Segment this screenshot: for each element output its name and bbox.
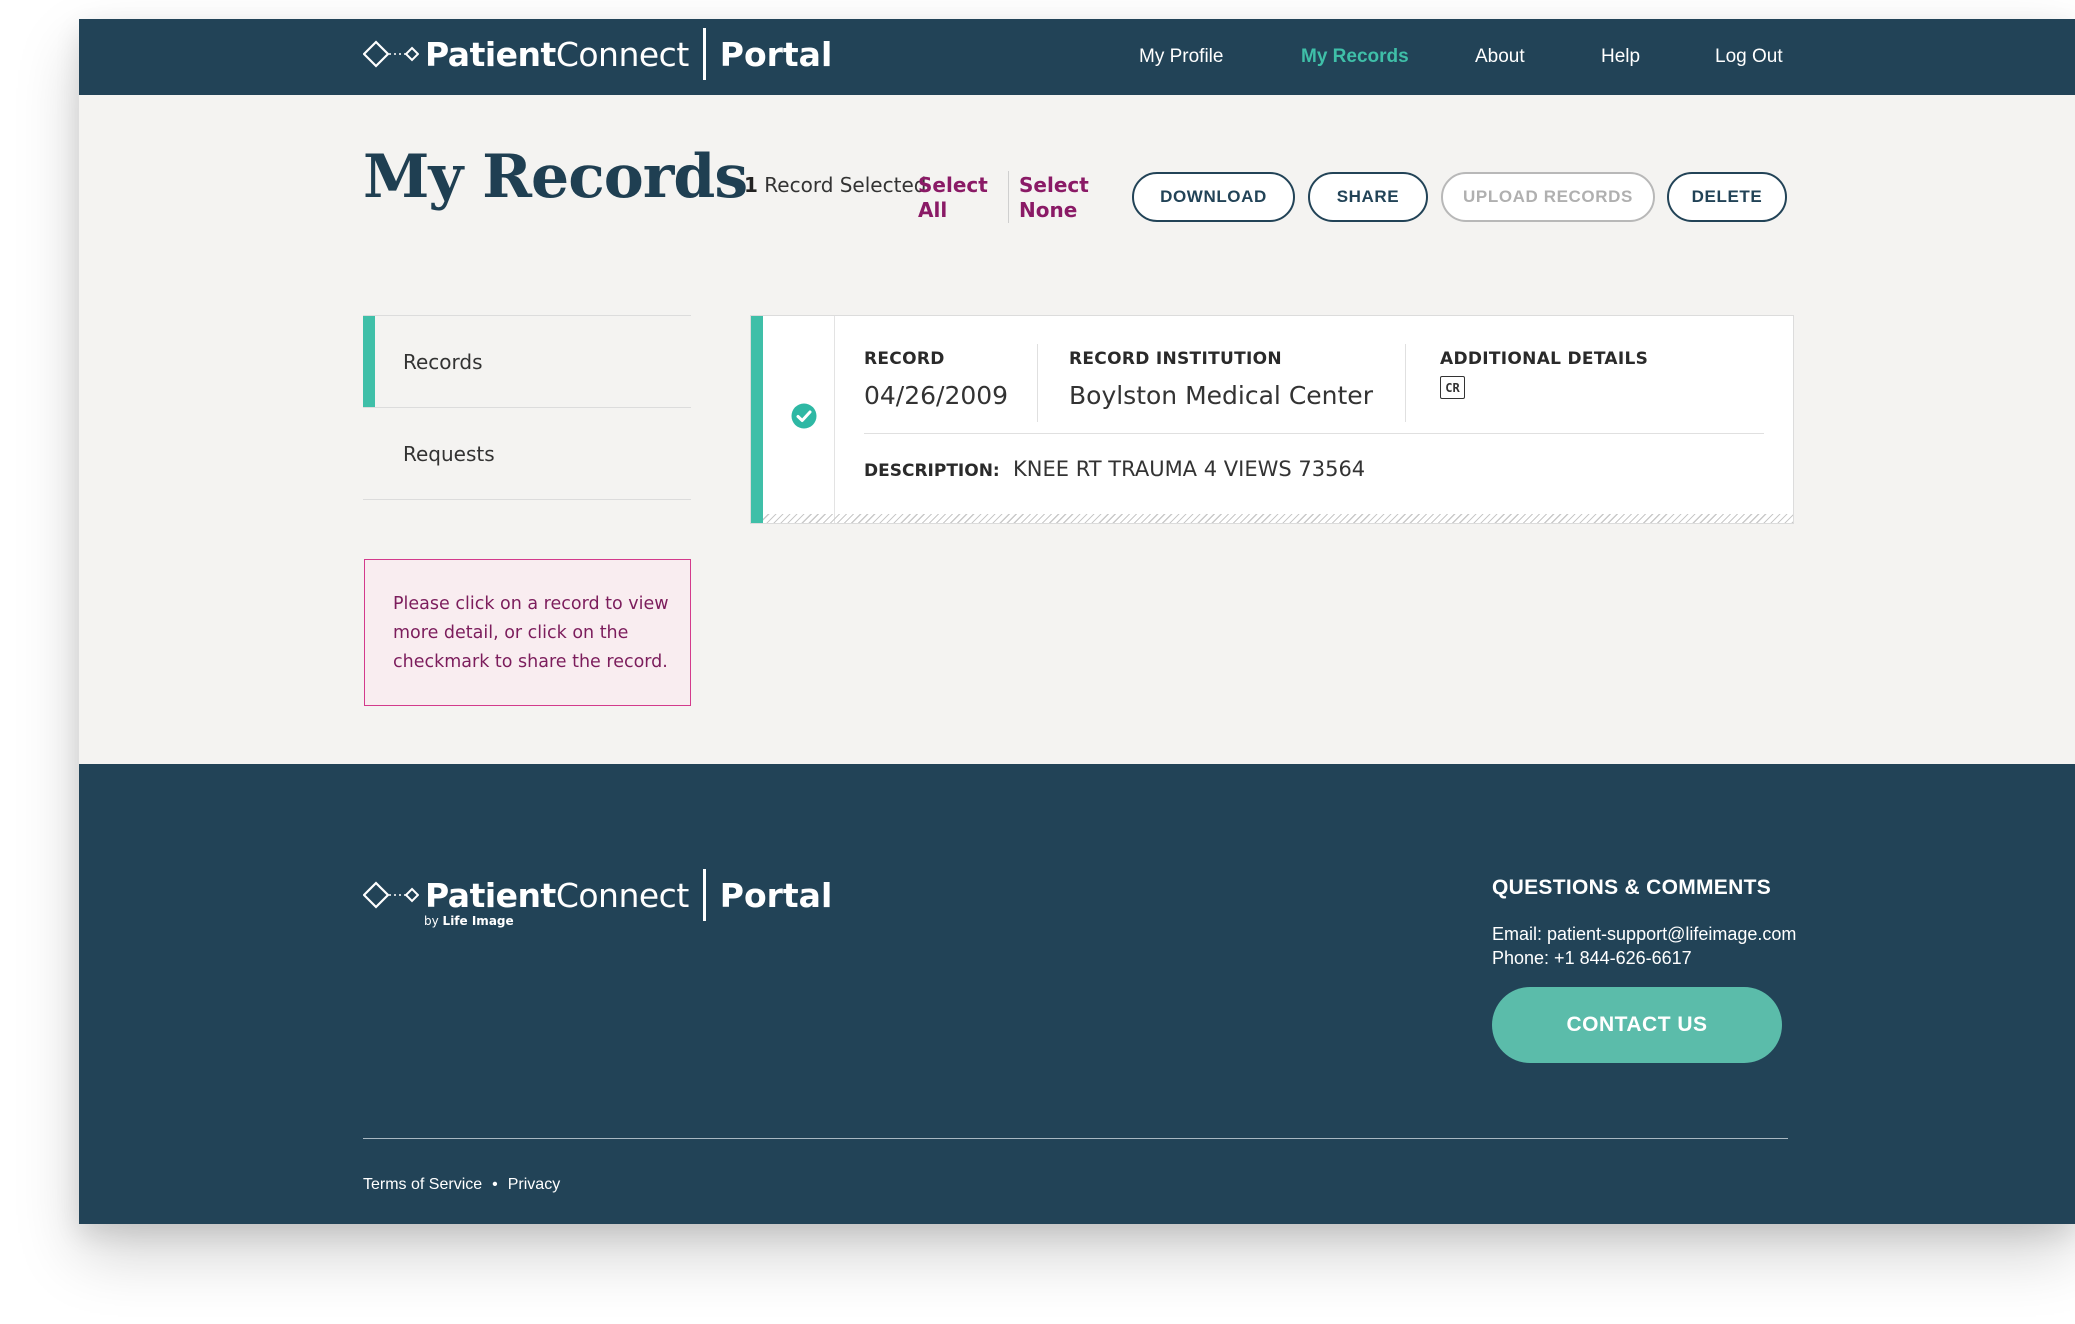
sidebar-item-label: Records [403,349,483,374]
select-all-line1: Select [918,173,988,197]
selection-count-label: Record Selected [764,173,927,197]
record-col-label: RECORD [864,349,945,369]
column-divider [1405,344,1406,422]
footer-bullet: • [492,1176,498,1193]
record-card[interactable]: RECORD 04/26/2009 RECORD INSTITUTION Boy… [750,315,1794,524]
select-all-line2: All [918,198,948,222]
brand-name: PatientConnect [425,34,689,74]
brand-divider [702,869,706,921]
share-button[interactable]: SHARE [1308,172,1428,222]
select-all-link[interactable]: Select All [918,173,988,223]
record-selected-accent [751,316,763,523]
brand-portal: Portal [719,875,833,915]
record-card-edge [763,514,1793,523]
brand-logo[interactable]: PatientConnect Portal [363,27,832,81]
select-none-line1: Select [1019,173,1089,197]
details-col-label: ADDITIONAL DETAILS [1440,349,1649,369]
record-card-divider [864,433,1764,434]
nav-my-records[interactable]: My Records [1301,46,1409,68]
help-notice: Please click on a record to view more de… [364,559,691,706]
support-email[interactable]: Email: patient-support@lifeimage.com [1492,924,1796,945]
description-label: DESCRIPTION: [864,461,1000,481]
institution-col-label: RECORD INSTITUTION [1069,349,1282,369]
brand-name: PatientConnect [425,875,689,915]
questions-heading: QUESTIONS & COMMENTS [1492,876,1772,899]
brand-portal: Portal [719,34,833,74]
download-button[interactable]: DOWNLOAD [1132,172,1295,222]
site-footer: PatientConnect Portal by Life Image QUES… [79,764,2075,1224]
footer-by-brand: Life Image [442,914,514,928]
nav-help[interactable]: Help [1601,46,1640,68]
cr-modality-icon: CR [1440,376,1465,399]
nav-my-profile[interactable]: My Profile [1139,46,1223,68]
nav-about[interactable]: About [1475,46,1525,68]
top-header: PatientConnect Portal My Profile My Reco… [79,19,2075,95]
selection-count: 1 Record Selected [744,173,926,197]
brand-diamond-icon [363,40,419,68]
contact-us-button[interactable]: CONTACT US [1492,987,1782,1063]
sidebar-item-requests[interactable]: Requests [363,407,691,499]
privacy-link[interactable]: Privacy [508,1176,560,1194]
checkmark-icon[interactable] [791,403,817,429]
upload-records-button[interactable]: UPLOAD RECORDS [1441,172,1655,222]
support-phone: Phone: +1 844-626-6617 [1492,948,1692,968]
selection-divider [1008,171,1009,223]
terms-of-service-link[interactable]: Terms of Service [363,1176,482,1194]
selection-count-number: 1 [744,173,758,197]
select-none-link[interactable]: Select None [1019,173,1089,223]
record-description: KNEE RT TRAUMA 4 VIEWS 73564 [1013,457,1366,481]
app-window: PatientConnect Portal My Profile My Reco… [79,19,2075,1224]
record-check-column [763,316,835,523]
sidebar-divider [363,499,691,500]
sidebar-item-records[interactable]: Records [363,315,691,408]
record-date: 04/26/2009 [864,381,1009,410]
footer-divider [363,1138,1788,1139]
page-title: My Records [363,142,748,212]
delete-button[interactable]: DELETE [1667,172,1787,222]
select-none-line2: None [1019,198,1078,222]
sidebar-item-label: Requests [403,441,495,466]
footer-links: Terms of Service • Privacy [363,1176,560,1194]
column-divider [1037,344,1038,422]
brand-divider [702,28,706,80]
record-institution: Boylston Medical Center [1069,381,1373,410]
footer-by-life-image: by Life Image [424,914,514,928]
footer-by-prefix: by [424,914,439,928]
brand-diamond-icon [363,881,419,909]
nav-log-out[interactable]: Log Out [1715,46,1783,68]
